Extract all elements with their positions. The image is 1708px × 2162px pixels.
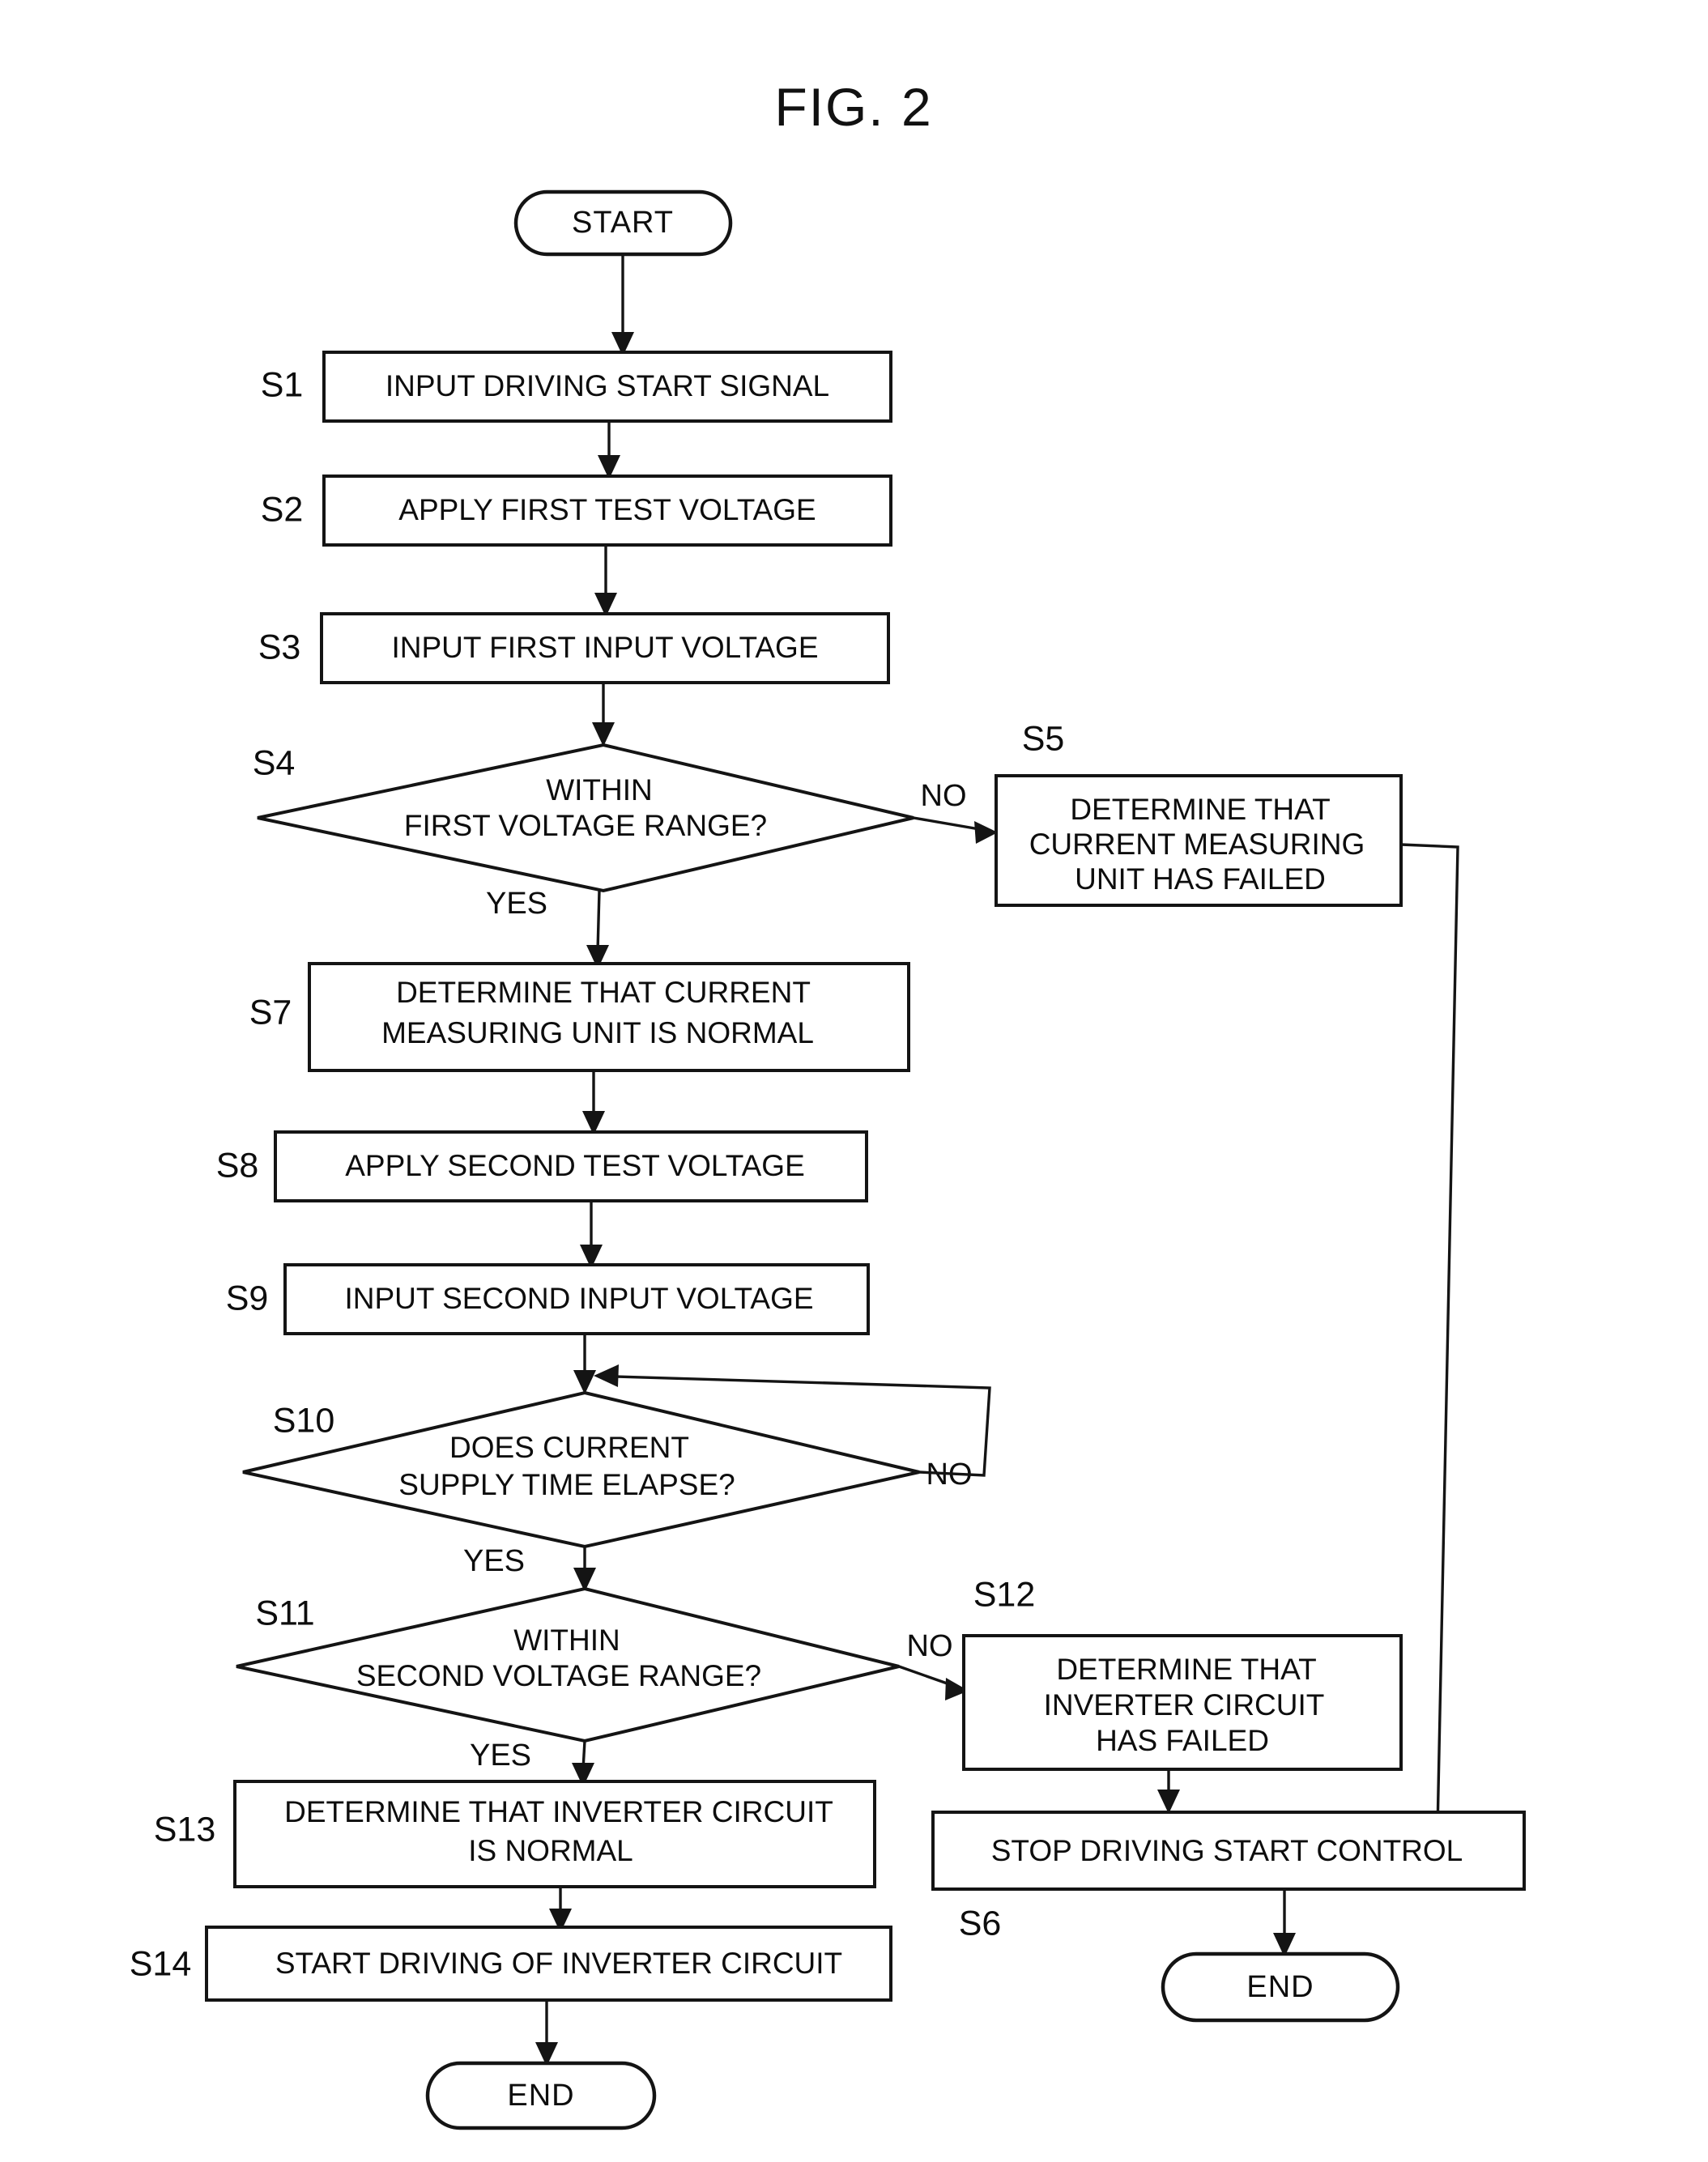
node-s5-label-line1: DETERMINE THAT [1070, 793, 1330, 826]
node-s7-label-line2: MEASURING UNIT IS NORMAL [381, 1016, 814, 1049]
branch-label-s10-yes: YES [463, 1544, 525, 1578]
node-s8-step: S8 [216, 1146, 259, 1185]
node-s11-label-line1: WITHIN [513, 1624, 620, 1657]
edge-s4-no-to-s5 [913, 816, 985, 832]
node-s11-step: S11 [255, 1594, 314, 1632]
node-s6-step: S6 [959, 1904, 1002, 1943]
edge-s4-yes-to-s7 [596, 890, 601, 952]
edge-s4-no-arrow [974, 821, 998, 844]
node-s14-label: START DRIVING OF INVERTER CIRCUIT [275, 1947, 842, 1980]
node-s10-step: S10 [273, 1401, 335, 1440]
edge-s10-no-arrow [594, 1364, 619, 1387]
node-s14-step: S14 [130, 1944, 192, 1983]
node-s1-step: S1 [261, 365, 304, 404]
node-s9-step: S9 [226, 1279, 269, 1317]
node-s12-step: S12 [973, 1575, 1036, 1614]
node-s3-label: INPUT FIRST INPUT VOLTAGE [392, 631, 819, 664]
flowchart-diagram: FIG. 2 START S1 INPUT DRIVING START SIGN… [130, 77, 1526, 2130]
figure-canvas: FIG. 2 START S1 INPUT DRIVING START SIGN… [0, 0, 1708, 2162]
edge-s3-to-s4-arrow [592, 722, 615, 747]
node-s3-step: S3 [258, 628, 301, 666]
node-s2-step: S2 [261, 490, 304, 529]
node-s12-label-line1: DETERMINE THAT [1056, 1653, 1316, 1686]
figure-title: FIG. 2 [774, 77, 932, 137]
node-s5-label-line2: CURRENT MEASURING [1029, 828, 1365, 861]
node-s1-label: INPUT DRIVING START SIGNAL [385, 369, 829, 402]
branch-label-s11-no: NO [907, 1629, 953, 1663]
node-end-left-label: END [507, 2079, 574, 2113]
node-s5-label-line3: UNIT HAS FAILED [1075, 862, 1326, 896]
node-s10-label-line1: DOES CURRENT [449, 1431, 689, 1464]
node-s12-label-line2: INVERTER CIRCUIT [1044, 1688, 1325, 1722]
node-s4-label-line1: WITHIN [546, 773, 653, 806]
node-start-label: START [572, 206, 674, 240]
node-s13-step: S13 [154, 1810, 216, 1849]
edge-s9-to-s10-arrow [573, 1370, 596, 1394]
edge-s12-to-s6-arrow [1157, 1790, 1180, 1814]
edge-s5-to-s6 [1400, 843, 1459, 1831]
node-s7-label-line1: DETERMINE THAT CURRENT [396, 976, 811, 1009]
node-s9-label: INPUT SECOND INPUT VOLTAGE [344, 1282, 813, 1315]
node-s6-label: STOP DRIVING START CONTROL [991, 1834, 1463, 1867]
node-s13-label-line1: DETERMINE THAT INVERTER CIRCUIT [284, 1795, 833, 1828]
branch-label-s4-yes: YES [486, 887, 547, 921]
node-s4-step: S4 [253, 743, 296, 782]
branch-label-s4-no: NO [921, 779, 967, 813]
node-s10-label-line2: SUPPLY TIME ELAPSE? [398, 1468, 735, 1501]
node-s2-label: APPLY FIRST TEST VOLTAGE [398, 493, 816, 526]
node-s7-step: S7 [249, 993, 292, 1032]
node-s4-label-line2: FIRST VOLTAGE RANGE? [404, 809, 767, 842]
node-s13-label-line2: IS NORMAL [468, 1834, 633, 1867]
node-s5-step: S5 [1022, 719, 1065, 758]
node-end-right-label: END [1246, 1970, 1314, 2004]
branch-label-s11-yes: YES [470, 1739, 531, 1773]
node-s11-label-line2: SECOND VOLTAGE RANGE? [356, 1659, 761, 1692]
node-s8-label: APPLY SECOND TEST VOLTAGE [345, 1149, 805, 1182]
node-s12-label-line3: HAS FAILED [1096, 1724, 1269, 1757]
